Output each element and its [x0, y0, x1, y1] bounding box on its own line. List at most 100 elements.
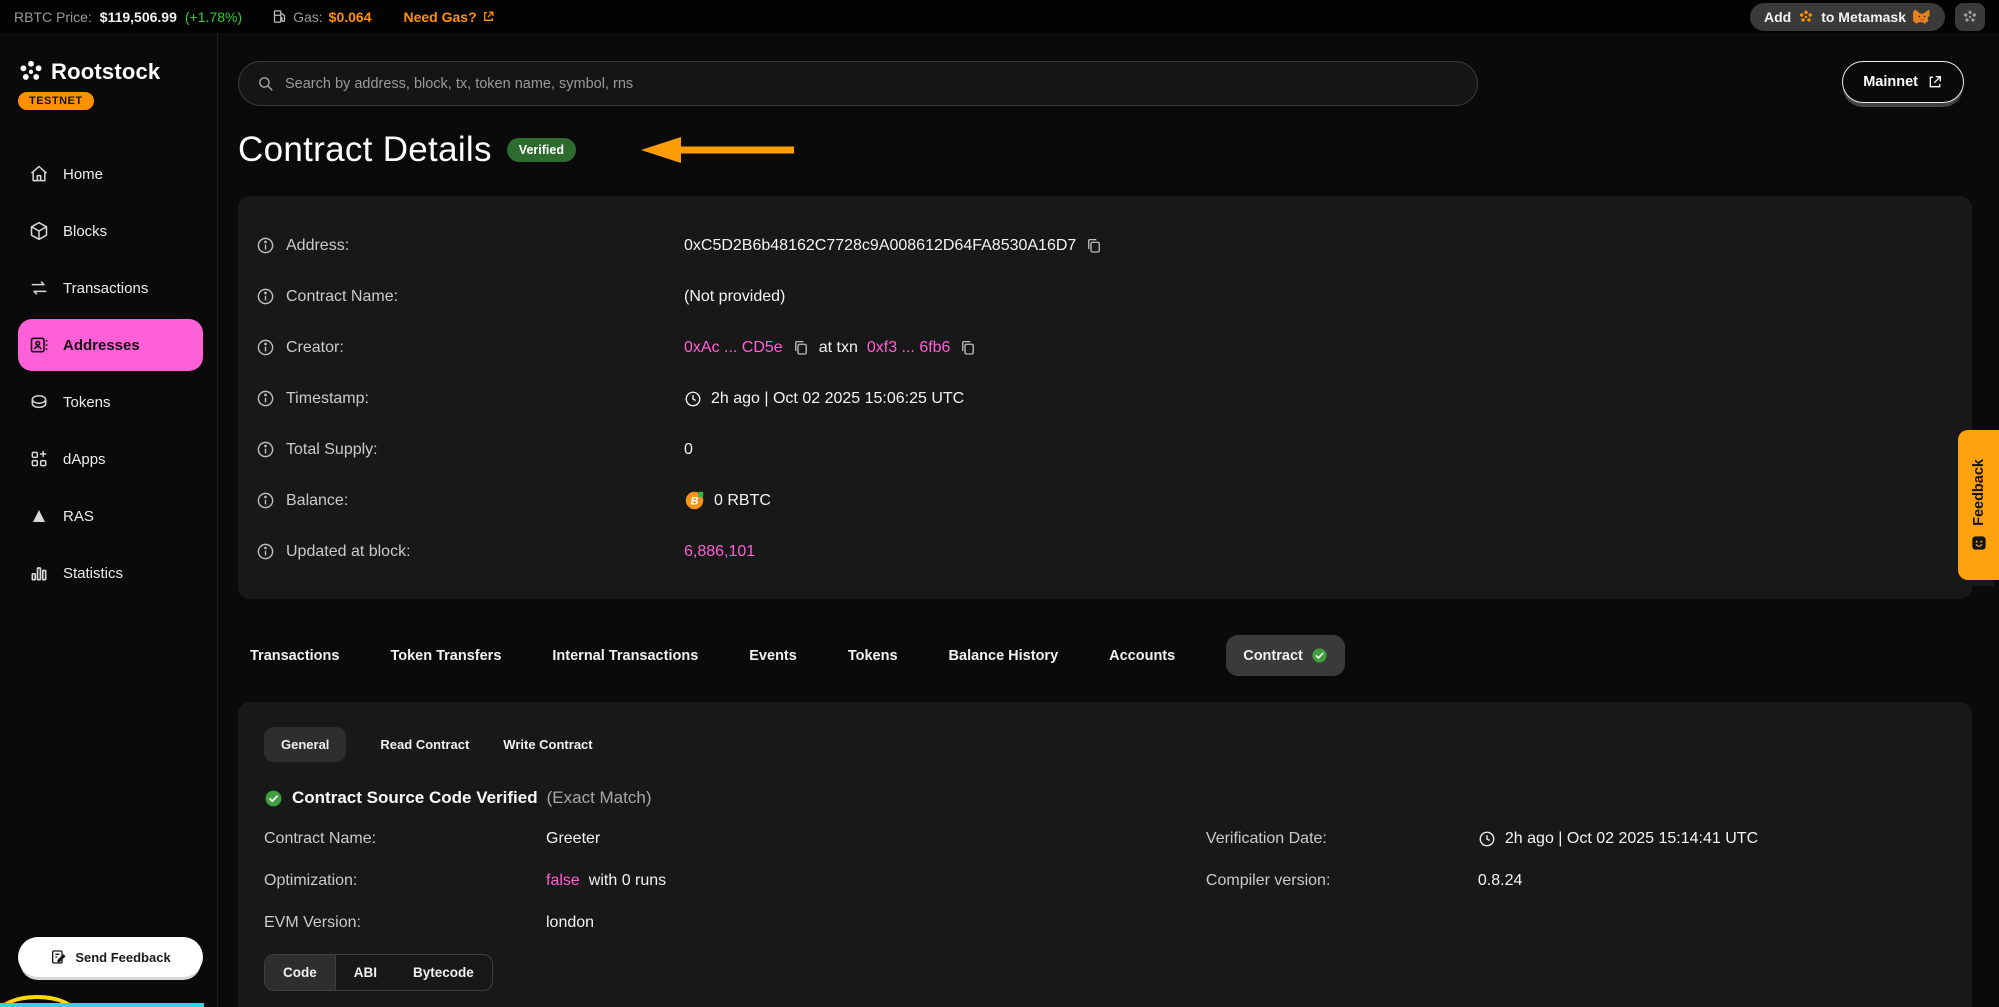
verified-title: Contract Source Code Verified [292, 788, 538, 808]
sidebar-item-label: Transactions [63, 280, 148, 297]
sidebar-item-ras[interactable]: RAS [18, 498, 203, 534]
tab-token-transfers[interactable]: Token Transfers [390, 648, 501, 664]
rbtc-coin-icon: B [684, 490, 705, 511]
detail-label: Timestamp: [286, 390, 369, 408]
add-metamask-post-label: to Metamask [1821, 9, 1906, 25]
sidebar-item-home[interactable]: Home [18, 156, 203, 192]
feedback-side-tab[interactable]: Feedback [1958, 430, 1999, 580]
field-label: Compiler version: [1206, 872, 1478, 890]
updated-block-link[interactable]: 6,886,101 [684, 543, 755, 561]
info-icon [256, 542, 275, 561]
tab-balance-history[interactable]: Balance History [949, 648, 1059, 664]
sidebar-item-statistics[interactable]: Statistics [18, 555, 203, 591]
copy-icon[interactable] [959, 339, 977, 357]
subtab-write-contract[interactable]: Write Contract [503, 737, 592, 752]
tab-accounts[interactable]: Accounts [1109, 648, 1175, 664]
brand-name: Rootstock [51, 59, 160, 85]
sidebar-item-label: dApps [63, 451, 106, 468]
rbtc-price-value: $119,506.99 [100, 9, 177, 25]
main-content: Mainnet Contract Details Verified [218, 33, 1999, 1007]
detail-row-address: Address: 0xC5D2B6b48162C7728c9A008612D64… [256, 220, 1972, 271]
sidebar-item-dapps[interactable]: dApps [18, 441, 203, 477]
detail-label: Address: [286, 237, 349, 255]
detail-row-balance: Balance: B 0 RBTC [256, 475, 1972, 526]
verified-badge: Verified [507, 138, 576, 162]
search-input[interactable] [285, 76, 1459, 92]
info-icon [256, 440, 275, 459]
abi-tab[interactable]: ABI [336, 955, 395, 990]
smiley-icon [1971, 535, 1987, 551]
tab-events[interactable]: Events [749, 648, 797, 664]
info-icon [256, 338, 275, 357]
rootstock-explorer-screen: RBTC Price: $119,506.99 (+1.78%) Gas: $0… [0, 0, 1999, 1007]
detail-label: Creator: [286, 339, 344, 357]
rootstock-flower-icon [1798, 9, 1814, 25]
sidebar-item-tokens[interactable]: Tokens [18, 384, 203, 420]
bytecode-tab[interactable]: Bytecode [395, 955, 492, 990]
need-gas-link[interactable]: Need Gas? [404, 9, 495, 25]
tab-contract[interactable]: Contract [1226, 635, 1345, 676]
fields-right-column: Verification Date: 2h ago | Oct 02 2025 … [1206, 830, 1946, 932]
edit-note-icon [50, 949, 66, 965]
search-bar[interactable] [238, 61, 1478, 106]
sidebar-item-blocks[interactable]: Blocks [18, 213, 203, 249]
external-link-icon [482, 10, 495, 23]
add-metamask-pre-label: Add [1764, 9, 1791, 25]
copy-icon[interactable] [1085, 237, 1103, 255]
network-button-label: Mainnet [1863, 74, 1918, 90]
coin-icon [28, 392, 50, 412]
sidebar-item-label: Addresses [63, 337, 140, 354]
detail-row-creator: Creator: 0xAc ... CD5e at txn 0xf3 ... 6… [256, 322, 1972, 373]
detail-label: Contract Name: [286, 288, 398, 306]
check-circle-icon [264, 789, 283, 808]
timestamp-value: 2h ago | Oct 02 2025 15:06:25 UTC [711, 390, 964, 408]
contract-details-card: Address: 0xC5D2B6b48162C7728c9A008612D64… [238, 196, 1972, 599]
optimization-runs: with 0 runs [589, 872, 666, 890]
clock-icon [1478, 830, 1496, 848]
sidebar-item-label: RAS [63, 508, 94, 525]
network-switch-button[interactable]: Mainnet [1842, 61, 1964, 103]
rootstock-logo-icon [18, 59, 44, 85]
rootstock-theme-button[interactable] [1955, 3, 1985, 31]
tab-internal-transactions[interactable]: Internal Transactions [552, 648, 698, 664]
sidebar-item-label: Home [63, 166, 103, 183]
code-tab[interactable]: Code [265, 955, 336, 990]
info-icon [256, 389, 275, 408]
sidebar-item-addresses[interactable]: Addresses [18, 319, 203, 371]
add-to-metamask-button[interactable]: Add to Metamask [1750, 3, 1945, 31]
grid-plus-icon [28, 449, 50, 469]
source-verified-line: Contract Source Code Verified (Exact Mat… [264, 788, 1946, 808]
creator-tx-link[interactable]: 0xf3 ... 6fb6 [867, 339, 951, 357]
sidebar-item-transactions[interactable]: Transactions [18, 270, 203, 306]
field-label: Contract Name: [264, 830, 546, 848]
clock-icon [684, 390, 702, 408]
code-view-switcher: Code ABI Bytecode [264, 954, 493, 991]
optimization-flag: false [546, 872, 580, 890]
page-title: Contract Details [238, 130, 492, 170]
tab-transactions[interactable]: Transactions [250, 648, 339, 664]
send-feedback-button[interactable]: Send Feedback [18, 937, 203, 977]
external-link-icon [1927, 74, 1943, 90]
gas-pump-icon [272, 9, 287, 24]
send-feedback-label: Send Feedback [75, 950, 170, 965]
subtab-read-contract[interactable]: Read Contract [380, 737, 469, 752]
brand[interactable]: Rootstock [18, 59, 203, 85]
search-icon [257, 75, 274, 92]
tab-contract-label: Contract [1243, 648, 1303, 664]
gas-value: $0.064 [329, 9, 372, 25]
creator-address-link[interactable]: 0xAc ... CD5e [684, 339, 783, 357]
copy-icon[interactable] [792, 339, 810, 357]
check-circle-icon [1311, 647, 1328, 664]
tab-tokens[interactable]: Tokens [848, 648, 898, 664]
detail-row-contract-name: Contract Name: (Not provided) [256, 271, 1972, 322]
home-icon [28, 164, 50, 184]
detail-row-timestamp: Timestamp: 2h ago | Oct 02 2025 15:06:25… [256, 373, 1972, 424]
contract-name-field-value: Greeter [546, 830, 1206, 848]
metamask-fox-icon [1913, 8, 1931, 25]
info-icon [256, 236, 275, 255]
total-supply-value: 0 [684, 441, 693, 459]
subtab-general[interactable]: General [264, 727, 346, 762]
evm-version-value: london [546, 914, 1206, 932]
rbtc-price-label: RBTC Price: [14, 9, 92, 25]
balance-value: 0 RBTC [714, 492, 771, 510]
